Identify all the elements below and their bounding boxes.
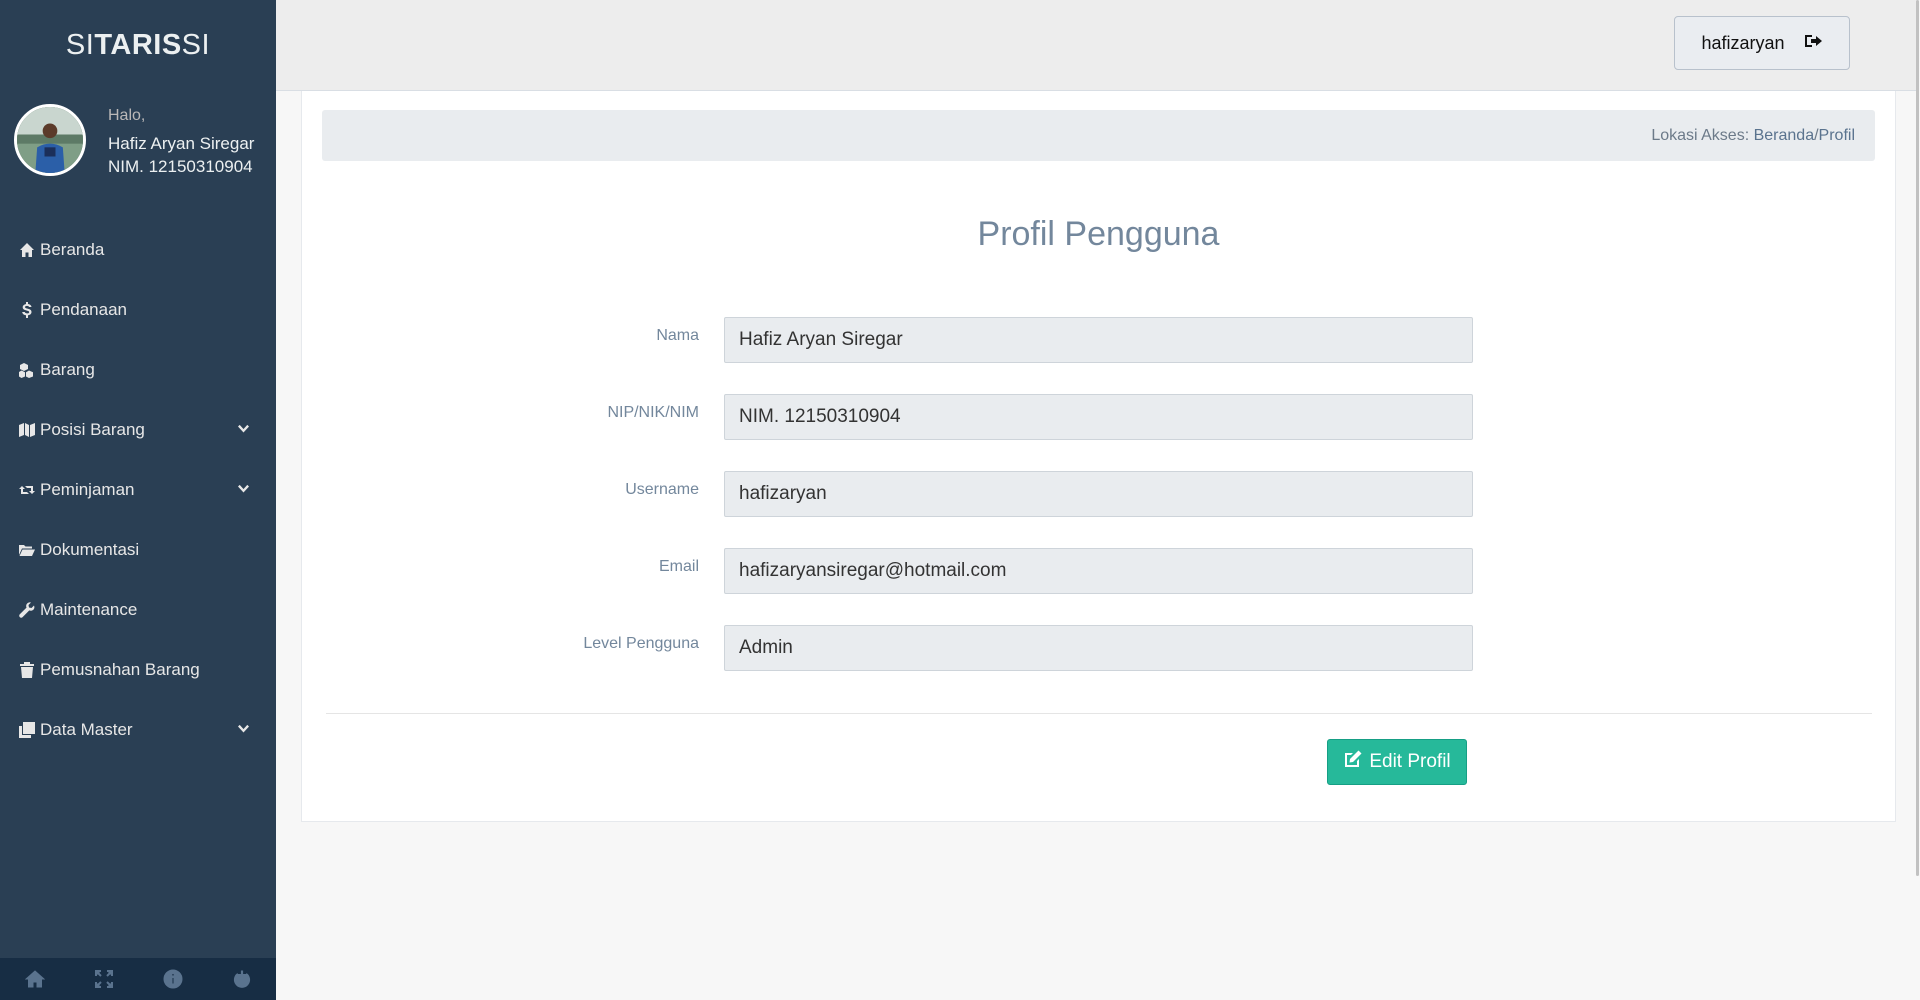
user-fullname: Hafiz Aryan Siregar (108, 134, 255, 153)
form-row-level: Level Pengguna Admin (302, 625, 1895, 671)
fullscreen-icon[interactable] (69, 958, 138, 1000)
wrench-icon (18, 602, 36, 618)
sidebar-item-label: Peminjaman (40, 480, 135, 499)
form-row-username: Username hafizaryan (302, 471, 1895, 517)
field-label: Username (625, 481, 699, 498)
field-label: Level Pengguna (583, 635, 699, 652)
user-nim: NIM. 12150310904 (108, 157, 253, 176)
breadcrumb-prefix: Lokasi Akses: (1651, 126, 1750, 144)
sidebar-item-label: Pendanaan (40, 300, 127, 319)
sidebar-footer (0, 958, 276, 1000)
sidebar-item-posisi-barang[interactable]: Posisi Barang (0, 400, 276, 460)
avatar (14, 104, 86, 176)
sidebar-item-label: Posisi Barang (40, 420, 145, 439)
username-field: hafizaryan (724, 471, 1473, 517)
sidebar-menu: Beranda Pendanaan Barang Posisi Barang P… (0, 220, 276, 760)
clone-icon (18, 722, 36, 738)
form-row-email: Email hafizaryansiregar@hotmail.com (302, 548, 1895, 594)
brand-bold: TARIS (94, 28, 182, 61)
breadcrumb-current: Profil (1818, 126, 1855, 144)
form-row-nama: Nama Hafiz Aryan Siregar (302, 317, 1895, 363)
page-scrollbar[interactable] (1916, 0, 1920, 1000)
home-icon[interactable] (0, 958, 69, 1000)
cubes-icon (18, 362, 36, 378)
sidebar-item-data-master[interactable]: Data Master (0, 700, 276, 760)
top-navbar: hafizaryan (276, 0, 1916, 91)
chevron-down-icon (237, 720, 250, 740)
trash-icon (18, 662, 36, 678)
nim-field: NIM. 12150310904 (724, 394, 1473, 440)
sidebar-item-label: Data Master (40, 720, 133, 739)
form-row-nim: NIP/NIK/NIM NIM. 12150310904 (302, 394, 1895, 440)
sidebar-item-label: Maintenance (40, 600, 138, 619)
dollar-icon (18, 302, 36, 318)
edit-profile-button[interactable]: Edit Profil (1327, 739, 1467, 785)
info-icon[interactable] (138, 958, 207, 1000)
edit-button-label: Edit Profil (1369, 751, 1451, 772)
breadcrumb-home-link[interactable]: Beranda (1754, 127, 1815, 145)
nama-field: Hafiz Aryan Siregar (724, 317, 1473, 363)
chevron-down-icon (237, 480, 250, 500)
retweet-icon (18, 482, 36, 498)
sidebar-item-beranda[interactable]: Beranda (0, 220, 276, 280)
sidebar-item-pendanaan[interactable]: Pendanaan (0, 280, 276, 340)
app-brand[interactable]: SI TARIS SI (0, 0, 276, 90)
scrollbar-thumb[interactable] (1916, 0, 1919, 876)
sidebar-item-label: Dokumentasi (40, 540, 140, 559)
sidebar-item-peminjaman[interactable]: Peminjaman (0, 460, 276, 520)
level-field: Admin (724, 625, 1473, 671)
brand-suffix: SI (181, 28, 211, 61)
email-field: hafizaryansiregar@hotmail.com (724, 548, 1473, 594)
greeting-text: Halo, (108, 107, 146, 124)
sidebar: SI TARIS SI Halo, Hafiz Aryan Siregar NIM… (0, 0, 276, 1000)
brand-prefix: SI (65, 28, 95, 61)
breadcrumb: Lokasi Akses: Beranda / Profil (322, 110, 1875, 161)
power-icon[interactable] (207, 958, 276, 1000)
field-label: NIP/NIK/NIM (607, 404, 699, 421)
sidebar-item-maintenance[interactable]: Maintenance (0, 580, 276, 640)
home-icon (18, 242, 36, 258)
sidebar-item-label: Barang (40, 360, 95, 379)
sign-out-icon (1803, 31, 1823, 56)
navbar-username: hafizaryan (1701, 32, 1785, 53)
content-panel: Lokasi Akses: Beranda / Profil Profil Pe… (301, 91, 1896, 822)
field-label: Email (658, 558, 699, 575)
sidebar-item-dokumentasi[interactable]: Dokumentasi (0, 520, 276, 580)
edit-icon (1343, 749, 1363, 775)
page-title: Profil Pengguna (977, 215, 1220, 253)
form-divider (326, 713, 1872, 714)
map-icon (18, 422, 36, 438)
sidebar-profile: Halo, Hafiz Aryan Siregar NIM. 121503109… (14, 104, 274, 178)
folder-open-icon (18, 542, 36, 558)
user-logout-button[interactable]: hafizaryan (1674, 16, 1850, 70)
sidebar-item-label: Pemusnahan Barang (40, 660, 200, 679)
field-label: Nama (656, 327, 699, 344)
sidebar-item-pemusnahan-barang[interactable]: Pemusnahan Barang (0, 640, 276, 700)
chevron-down-icon (237, 420, 250, 440)
sidebar-item-barang[interactable]: Barang (0, 340, 276, 400)
sidebar-item-label: Beranda (40, 240, 105, 259)
